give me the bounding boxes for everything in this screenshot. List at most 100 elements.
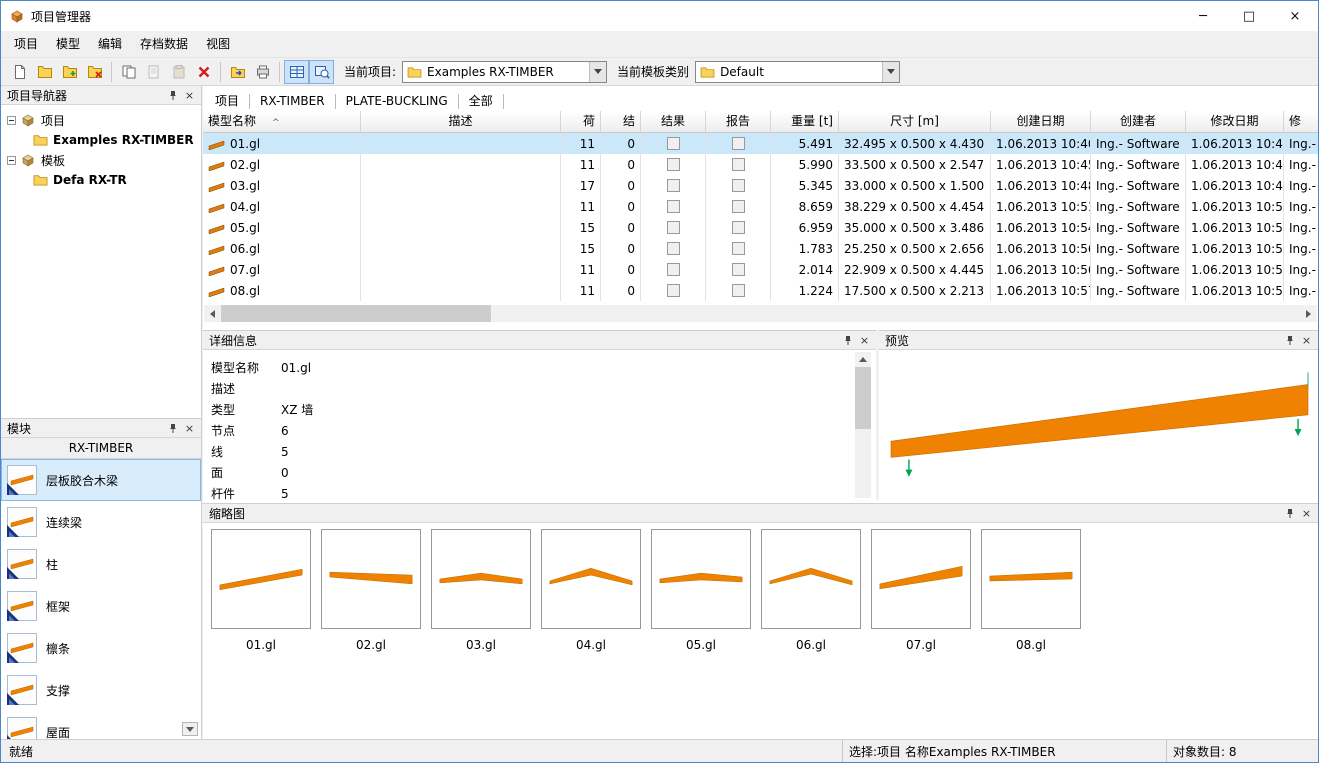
table-row[interactable]: 07.gl 11 0 2.014 22.909 x 0.500 x 4.445 … [203, 259, 1318, 280]
table-row[interactable]: 03.gl 17 0 5.345 33.000 x 0.500 x 1.500 … [203, 175, 1318, 196]
column-header-modified[interactable]: 修改日期 [1186, 111, 1284, 133]
scroll-up-button[interactable] [855, 352, 871, 367]
table-row[interactable]: 02.gl 11 0 5.990 33.500 x 0.500 x 2.547 … [203, 154, 1318, 175]
column-header-creator[interactable]: 创建者 [1091, 111, 1186, 133]
table-row[interactable]: 01.gl 11 0 5.491 32.495 x 0.500 x 4.430 … [203, 133, 1318, 154]
pin-icon[interactable] [839, 332, 856, 348]
tab[interactable]: 项目 [205, 94, 250, 109]
thumbnail-image[interactable] [321, 529, 421, 629]
results-checkbox[interactable] [667, 221, 680, 234]
thumbnail-image[interactable] [651, 529, 751, 629]
thumbnail-image[interactable] [541, 529, 641, 629]
thumbnail-item[interactable]: 04.gl [541, 529, 641, 652]
report-checkbox[interactable] [732, 200, 745, 213]
minimize-button[interactable]: ─ [1180, 1, 1226, 31]
results-checkbox[interactable] [667, 137, 680, 150]
new-project-button[interactable] [7, 60, 32, 84]
table-row[interactable]: 08.gl 11 0 1.224 17.500 x 0.500 x 2.213 … [203, 280, 1318, 301]
thumbnail-item[interactable]: 07.gl [871, 529, 971, 652]
new-folder-button[interactable] [57, 60, 82, 84]
column-header-dimensions[interactable]: 尺寸 [m] [839, 111, 991, 133]
module-item[interactable]: 屋面 [1, 711, 201, 739]
tree-node-default-template[interactable]: Defa RX-TR [1, 170, 201, 190]
view-preview-button[interactable] [309, 60, 334, 84]
column-header-created[interactable]: 创建日期 [991, 111, 1091, 133]
thumbnail-item[interactable]: 08.gl [981, 529, 1081, 652]
maximize-button[interactable]: □ [1226, 1, 1272, 31]
close-icon[interactable]: × [181, 420, 198, 436]
table-row[interactable]: 04.gl 11 0 8.659 38.229 x 0.500 x 4.454 … [203, 196, 1318, 217]
column-header-report[interactable]: 报告 [706, 111, 771, 133]
tab[interactable]: PLATE-BUCKLING [336, 94, 459, 109]
report-checkbox[interactable] [732, 284, 745, 297]
tab[interactable]: RX-TIMBER [250, 94, 336, 109]
thumbnail-item[interactable]: 02.gl [321, 529, 421, 652]
delete-folder-button[interactable] [82, 60, 107, 84]
thumbnail-item[interactable]: 03.gl [431, 529, 531, 652]
thumbnail-image[interactable] [431, 529, 531, 629]
menu-item[interactable]: 视图 [197, 32, 239, 56]
report-checkbox[interactable] [732, 179, 745, 192]
pin-icon[interactable] [164, 87, 181, 103]
column-header-modifier[interactable]: 修 [1284, 111, 1319, 133]
collapse-icon[interactable] [7, 156, 16, 165]
close-icon[interactable]: × [181, 87, 198, 103]
report-checkbox[interactable] [732, 221, 745, 234]
tree-node-examples-rx-timber[interactable]: Examples RX-TIMBER [1, 130, 201, 150]
thumbnail-image[interactable] [211, 529, 311, 629]
column-header-results[interactable]: 结果 [641, 111, 706, 133]
report-checkbox[interactable] [732, 137, 745, 150]
dropdown-arrow-icon[interactable] [882, 62, 899, 82]
close-icon[interactable]: × [856, 332, 873, 348]
thumbnail-image[interactable] [981, 529, 1081, 629]
scroll-down-button[interactable] [182, 722, 198, 736]
report-button[interactable] [250, 60, 275, 84]
column-header-results-count[interactable]: 结 [601, 111, 641, 133]
pin-icon[interactable] [1281, 505, 1298, 521]
collapse-icon[interactable] [7, 116, 16, 125]
close-icon[interactable]: × [1298, 332, 1315, 348]
menu-item[interactable]: 项目 [5, 32, 47, 56]
pin-icon[interactable] [164, 420, 181, 436]
goto-folder-button[interactable] [225, 60, 250, 84]
tab[interactable]: 全部 [459, 94, 504, 109]
module-item[interactable]: 框架 [1, 585, 201, 627]
thumbnail-item[interactable]: 01.gl [211, 529, 311, 652]
cut-button[interactable] [141, 60, 166, 84]
module-item[interactable]: 檩条 [1, 627, 201, 669]
results-checkbox[interactable] [667, 284, 680, 297]
template-category-select[interactable]: Default [695, 61, 900, 83]
results-checkbox[interactable] [667, 200, 680, 213]
scrollbar-thumb[interactable] [221, 305, 491, 322]
results-checkbox[interactable] [667, 242, 680, 255]
thumbnail-item[interactable]: 05.gl [651, 529, 751, 652]
report-checkbox[interactable] [732, 263, 745, 276]
results-checkbox[interactable] [667, 179, 680, 192]
thumbnail-image[interactable] [761, 529, 861, 629]
delete-button[interactable] [191, 60, 216, 84]
table-row[interactable]: 05.gl 15 0 6.959 35.000 x 0.500 x 3.486 … [203, 217, 1318, 238]
close-button[interactable]: × [1272, 1, 1318, 31]
module-item[interactable]: 连续梁 [1, 501, 201, 543]
scroll-left-button[interactable] [204, 305, 221, 322]
tree-node-templates[interactable]: 模板 [1, 150, 201, 170]
dropdown-arrow-icon[interactable] [589, 62, 606, 82]
open-project-button[interactable] [32, 60, 57, 84]
close-icon[interactable]: × [1298, 505, 1315, 521]
menu-item[interactable]: 存档数据 [131, 32, 197, 56]
report-checkbox[interactable] [732, 158, 745, 171]
horizontal-scrollbar[interactable] [204, 305, 1317, 322]
copy-button[interactable] [116, 60, 141, 84]
pin-icon[interactable] [1281, 332, 1298, 348]
menu-item[interactable]: 模型 [47, 32, 89, 56]
paste-button[interactable] [166, 60, 191, 84]
menu-item[interactable]: 编辑 [89, 32, 131, 56]
module-item[interactable]: 层板胶合木梁 [1, 459, 201, 501]
preview-canvas[interactable] [879, 350, 1318, 500]
column-header-description[interactable]: 描述 [361, 111, 561, 133]
current-project-select[interactable]: Examples RX-TIMBER [402, 61, 607, 83]
table-row[interactable]: 06.gl 15 0 1.783 25.250 x 0.500 x 2.656 … [203, 238, 1318, 259]
scroll-right-button[interactable] [1300, 305, 1317, 322]
report-checkbox[interactable] [732, 242, 745, 255]
column-header-weight[interactable]: 重量 [t] [771, 111, 839, 133]
